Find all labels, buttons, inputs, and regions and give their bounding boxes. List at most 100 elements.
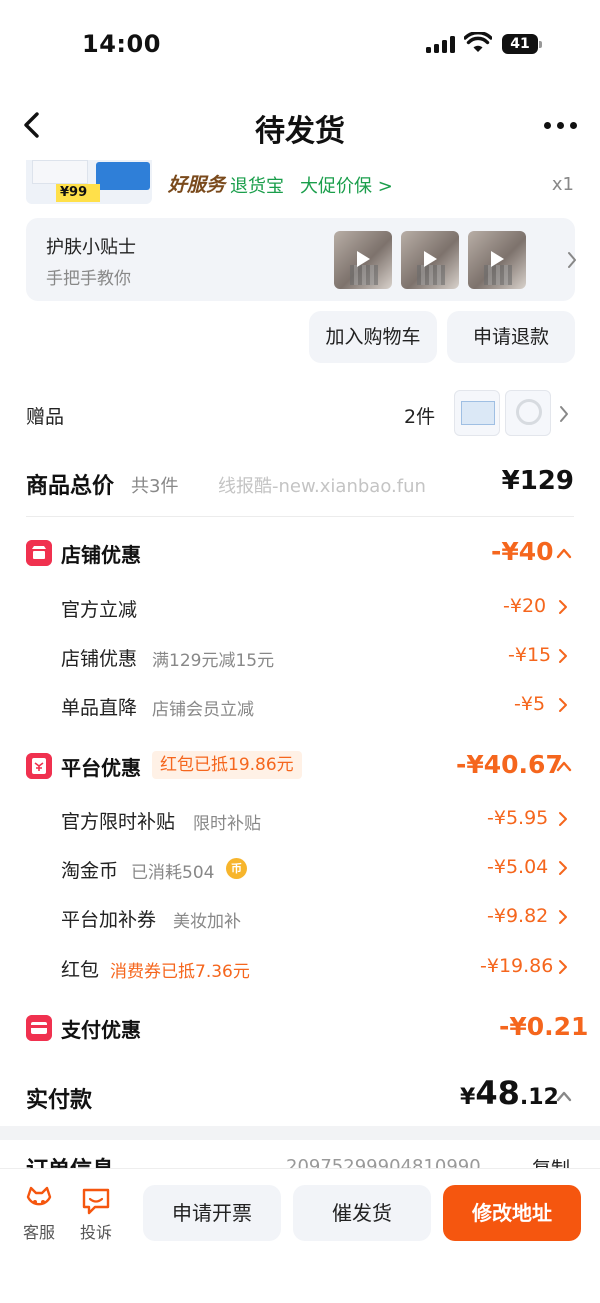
customer-service-label: 客服 xyxy=(22,1223,55,1242)
pay-discount-header: 支付优惠 -¥0.21 xyxy=(0,1008,600,1048)
video-thumbnail[interactable] xyxy=(468,231,526,289)
change-address-button[interactable]: 修改地址 xyxy=(443,1185,581,1241)
paid-row[interactable]: 实付款 ¥48.12 xyxy=(0,1072,600,1120)
discount-item[interactable]: 红包 消费券已抵7.36元 -¥19.86 xyxy=(0,949,600,985)
discount-item-label: 平台加补券 xyxy=(61,909,157,931)
discount-item[interactable]: 官方限时补贴 限时补贴 -¥5.95 xyxy=(0,801,600,837)
complain-button[interactable]: 投诉 xyxy=(76,1185,116,1247)
discount-item-note: 消费券已抵7.36元 xyxy=(110,962,250,982)
chevron-right-icon xyxy=(559,861,567,875)
pay-discount-amount: -¥0.21 xyxy=(499,1012,589,1041)
total-label: 商品总价 xyxy=(26,474,115,499)
discount-item-label: 店铺优惠 xyxy=(61,648,138,670)
more-icon[interactable] xyxy=(544,122,578,130)
chevron-right-icon xyxy=(559,698,567,712)
refund-button[interactable]: 申请退款 xyxy=(447,311,575,363)
total-count: 共3件 xyxy=(131,476,179,497)
bottom-bar: 客服 投诉 申请开票 催发货 修改地址 xyxy=(0,1168,600,1303)
gift-image[interactable] xyxy=(505,390,551,436)
tips-title: 护肤小贴士 xyxy=(46,237,136,258)
battery-level: 41 xyxy=(502,34,538,54)
gift-label: 赠品 xyxy=(26,406,65,428)
discount-item-note: 店铺会员立减 xyxy=(152,700,254,720)
discount-item-amount: -¥15 xyxy=(508,644,552,666)
discount-item[interactable]: 店铺优惠 满129元减15元 -¥15 xyxy=(0,638,600,674)
tips-subtitle: 手把手教你 xyxy=(46,269,131,289)
order-info-section: 订单信息 20975299904810990 复制 xyxy=(0,1140,600,1170)
signal-icon xyxy=(426,36,456,53)
gift-count: 2件 xyxy=(404,406,436,428)
nav-bar: 待发货 xyxy=(0,96,600,158)
discount-item-label: 单品直降 xyxy=(61,697,138,719)
discount-item-note: 已消耗504 xyxy=(131,863,215,883)
return-service-link[interactable]: 退货宝 xyxy=(230,172,284,198)
gold-coin-icon: 币 xyxy=(226,858,247,879)
add-to-cart-button[interactable]: 加入购物车 xyxy=(309,311,437,363)
chevron-up-icon[interactable] xyxy=(555,1090,573,1102)
paid-integer: 48 xyxy=(475,1074,520,1112)
discount-item-note: 限时补贴 xyxy=(193,814,261,834)
red-packet-badge: 红包已抵19.86元 xyxy=(152,751,302,779)
chevron-right-icon xyxy=(568,252,576,268)
chevron-right-icon xyxy=(559,812,567,826)
wifi-icon xyxy=(464,32,492,52)
discount-item-amount: -¥19.86 xyxy=(480,955,554,977)
platform-discount-amount: -¥40.67 xyxy=(456,750,563,779)
discount-item[interactable]: 平台加补券 美妆加补 -¥9.82 xyxy=(0,899,600,935)
chevron-up-icon[interactable] xyxy=(555,547,573,559)
product-quantity: x1 xyxy=(551,174,574,195)
discount-item[interactable]: 淘金币 已消耗504 币 -¥5.04 xyxy=(0,850,600,886)
urge-shipping-button[interactable]: 催发货 xyxy=(293,1185,431,1241)
red-packet-icon xyxy=(26,753,52,779)
tips-card[interactable]: 护肤小贴士 手把手教你 xyxy=(26,218,576,301)
discount-item-amount: -¥5 xyxy=(514,693,546,715)
discount-item[interactable]: 官方立减 -¥20 xyxy=(0,589,600,625)
product-price-tag: ¥99 xyxy=(56,184,100,202)
discount-item-label: 淘金币 xyxy=(61,860,119,882)
gift-image[interactable] xyxy=(454,390,500,436)
paid-label: 实付款 xyxy=(26,1088,93,1113)
price-protect-link[interactable]: 大促价保 > xyxy=(300,172,393,198)
section-gap xyxy=(0,1126,600,1140)
chevron-right-icon xyxy=(560,406,568,422)
pay-discount-title: 支付优惠 xyxy=(61,1018,141,1042)
invoice-button[interactable]: 申请开票 xyxy=(143,1185,281,1241)
discount-item-label: 官方限时补贴 xyxy=(61,811,176,833)
shop-discount-title: 店铺优惠 xyxy=(61,543,141,567)
total-row: 商品总价 共3件 线报酷-new.xianbao.fun ¥129 xyxy=(0,460,600,508)
product-image[interactable]: ¥99 xyxy=(26,160,152,204)
complaint-icon xyxy=(82,1188,110,1215)
video-thumbnail[interactable] xyxy=(401,231,459,289)
paid-decimal: .12 xyxy=(519,1085,559,1110)
complain-label: 投诉 xyxy=(79,1223,112,1242)
watermark: 线报酷-new.xianbao.fun xyxy=(218,476,426,497)
paid-amount: ¥48.12 xyxy=(460,1074,559,1112)
gift-row[interactable]: 赠品 2件 xyxy=(0,388,600,440)
play-icon xyxy=(424,251,437,267)
discount-item-amount: -¥20 xyxy=(503,595,547,617)
divider xyxy=(26,516,574,517)
chevron-up-icon[interactable] xyxy=(555,760,573,772)
chevron-right-icon xyxy=(559,960,567,974)
status-time: 14:00 xyxy=(82,30,161,58)
customer-service-button[interactable]: 客服 xyxy=(19,1185,59,1247)
video-thumbnail[interactable] xyxy=(334,231,392,289)
discount-item-amount: -¥5.95 xyxy=(487,807,549,829)
payment-card-icon xyxy=(26,1015,52,1041)
customer-service-icon xyxy=(26,1186,52,1206)
discount-item-amount: -¥9.82 xyxy=(487,905,549,927)
product-item[interactable]: ¥99 好服务 退货宝 大促价保 > x1 xyxy=(0,160,600,208)
discount-item-label: 红包 xyxy=(61,959,100,981)
chevron-right-icon xyxy=(559,649,567,663)
platform-discount-header[interactable]: 平台优惠 红包已抵19.86元 -¥40.67 xyxy=(0,746,600,786)
chevron-right-icon xyxy=(559,600,567,614)
discount-item[interactable]: 单品直降 店铺会员立减 -¥5 xyxy=(0,687,600,723)
discount-item-note: 美妆加补 xyxy=(173,912,241,932)
shop-discount-header[interactable]: 店铺优惠 -¥40 xyxy=(0,533,600,573)
paid-currency: ¥ xyxy=(460,1085,476,1110)
status-bar: 14:00 41 xyxy=(0,0,600,88)
platform-discount-title: 平台优惠 xyxy=(61,756,141,780)
battery-icon: 41 xyxy=(502,34,542,54)
play-icon xyxy=(357,251,370,267)
shop-icon xyxy=(26,540,52,566)
